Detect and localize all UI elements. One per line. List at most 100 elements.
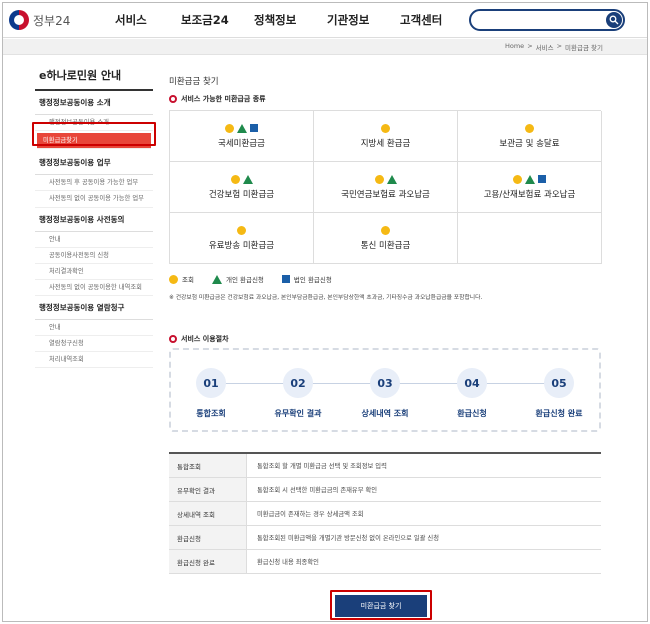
table-value: 통합조회 시 선택한 미환급금의 존재유무 확인 [257, 487, 378, 494]
process-step: 04 환급신청 [432, 368, 512, 419]
highlight-box-sidebar [32, 122, 156, 146]
legend-personal: 개인 환급신청 [225, 276, 264, 284]
refund-type-label: 보관금 및 송달료 [499, 139, 560, 149]
table-key: 상세내역 조회 [169, 502, 247, 525]
service-icons [237, 225, 246, 235]
refund-type-cell[interactable]: 국민연금보험료 과오납금 [314, 162, 458, 213]
process-step: 01 통합조회 [171, 368, 251, 419]
inquiry-circle-icon [225, 123, 234, 133]
step-number: 02 [283, 368, 313, 398]
sidebar-group-tasks[interactable]: 행정정보공동이용 업무 [35, 151, 153, 176]
table-row: 통합조회 통합조회 할 개별 미환급금 선택 및 조회정보 입력 [169, 454, 601, 478]
sidebar-item-request-apply[interactable]: 열람청구신청 [35, 336, 153, 353]
table-value: 환급신청 내용 최종확인 [257, 559, 319, 566]
inquiry-circle-icon [374, 174, 384, 184]
table-key: 유무확인 결과 [169, 478, 247, 501]
search-button[interactable] [606, 12, 622, 28]
sidebar-item-consent-apply[interactable]: 공동이용사전동의 신청 [35, 247, 153, 264]
table-key: 환급신청 [169, 526, 247, 549]
inquiry-circle-icon [513, 174, 522, 184]
table-key: 통합조회 [169, 454, 247, 477]
table-value: 통합조회 할 개별 미환급금 선택 및 조회정보 입력 [257, 463, 387, 470]
refund-type-cell[interactable]: 유료방송 미환급금 [170, 213, 314, 264]
nav-subsidy24[interactable]: 보조금24 [181, 12, 254, 28]
personal-refund-triangle-icon [242, 174, 253, 184]
browser-viewport: 정부24 서비스 보조금24 정책정보 기관정보 고객센터 Home > 서비스… [2, 2, 648, 622]
refund-type-label: 통신 미환급금 [360, 241, 411, 251]
global-nav: 서비스 보조금24 정책정보 기관정보 고객센터 [115, 12, 460, 28]
sidebar-item-consent-result[interactable]: 처리결과확인 [35, 263, 153, 280]
personal-refund-triangle-icon [237, 123, 247, 133]
service-icons [225, 123, 258, 133]
service-icons [381, 225, 390, 235]
nav-customer-center[interactable]: 고객센터 [400, 12, 460, 28]
logo-text: 정부24 [33, 13, 71, 28]
nav-services[interactable]: 서비스 [115, 12, 181, 28]
refund-type-cell[interactable]: 보관금 및 송달료 [458, 111, 602, 162]
refund-type-cell[interactable]: 지방세 환급금 [314, 111, 458, 162]
refund-type-label: 건강보험 미환급금 [208, 190, 275, 200]
sidebar-group-request[interactable]: 행정정보공동이용 열람청구 [35, 296, 153, 320]
step-number: 01 [196, 368, 226, 398]
sidebar-item-tasks-with-consent[interactable]: 사전동의 후 공동이용 가능한 업무 [35, 175, 153, 192]
sidebar-item-request-history[interactable]: 처리내역조회 [35, 352, 153, 369]
site-logo[interactable]: 정부24 [9, 10, 70, 30]
process-step: 03 상세내역 조회 [345, 368, 425, 419]
legend-inquiry: 조회 [182, 276, 194, 284]
page-title: 미환급금 찾기 [169, 77, 219, 87]
table-row: 상세내역 조회 미환급금이 존재하는 경우 상세금액 조회 [169, 502, 601, 526]
refund-type-cell[interactable]: 건강보험 미환급금 [170, 162, 314, 213]
inquiry-circle-icon [237, 225, 246, 235]
step-label: 환급신청 [457, 409, 487, 418]
process-step: 02 유무확인 결과 [258, 368, 338, 419]
service-icons [374, 174, 397, 184]
sidebar-group-intro[interactable]: 행정정보공동이용 소개 [35, 91, 153, 115]
refund-type-cell[interactable]: 국세미환급금 [170, 111, 314, 162]
process-section-heading: 서비스 이용절차 [169, 334, 229, 344]
corporate-refund-square-icon [250, 124, 258, 132]
nav-policy-info[interactable]: 정책정보 [254, 12, 327, 28]
step-label: 통합조회 [196, 409, 226, 418]
refund-type-cell[interactable]: 고용/산재보험료 과오납금 [458, 162, 602, 213]
nav-agency-info[interactable]: 기관정보 [327, 12, 400, 28]
process-step: 05 환급신청 완료 [519, 368, 599, 419]
sidebar-group-consent[interactable]: 행정정보공동이용 사전동의 [35, 208, 153, 232]
table-row: 환급신청 완료 환급신청 내용 최종확인 [169, 550, 601, 574]
table-value: 미환급금이 존재하는 경우 상세금액 조회 [257, 511, 364, 518]
personal-refund-triangle-icon [525, 174, 535, 184]
breadcrumb-services[interactable]: 서비스 [536, 42, 554, 52]
search-icon [609, 15, 619, 25]
bullet-icon [169, 335, 177, 343]
legend-corporate: 법인 환급신청 [293, 276, 332, 284]
process-heading-text: 서비스 이용절차 [181, 335, 229, 343]
breadcrumb-home[interactable]: Home [505, 42, 524, 52]
site-header: 정부24 서비스 보조금24 정책정보 기관정보 고객센터 [3, 3, 647, 38]
sidebar-item-consent-guide[interactable]: 안내 [35, 231, 153, 248]
process-table: 통합조회 통합조회 할 개별 미환급금 선택 및 조회정보 입력 유무확인 결과 통… [169, 452, 601, 574]
sidebar-item-request-guide[interactable]: 안내 [35, 320, 153, 337]
service-icons [381, 123, 390, 133]
inquiry-circle-icon [381, 123, 390, 133]
refund-type-label: 국민연금보험료 과오납금 [341, 190, 430, 200]
service-icons [525, 123, 534, 133]
icon-legend: 조회 개인 환급신청 법인 환급신청 [169, 274, 601, 284]
corporate-refund-square-icon [538, 175, 546, 183]
personal-refund-triangle-icon [211, 274, 222, 284]
sidebar-item-tasks-without-consent[interactable]: 사전동의 없이 공동이용 가능한 업무 [35, 191, 153, 208]
step-label: 환급신청 완료 [535, 409, 583, 418]
breadcrumb: Home > 서비스 > 미환급금 찾기 [505, 42, 603, 52]
search-input[interactable] [469, 9, 625, 31]
personal-refund-triangle-icon [386, 174, 397, 184]
corporate-refund-square-icon [281, 275, 290, 283]
inquiry-circle-icon [525, 123, 534, 133]
service-icons [513, 174, 546, 184]
refund-types-grid: 국세미환급금 지방세 환급금 보관금 및 송달료 건강보험 미환급금 국민연금보… [169, 110, 602, 264]
step-number: 05 [544, 368, 574, 398]
health-insurance-note: ※ 건강보험 미환급금은 건강보험료 과오납금, 본인부담금환급금, 본인부담상… [169, 295, 483, 301]
sidebar-item-consent-history[interactable]: 사전동의 없이 공동이용한 내역조회 [35, 279, 153, 296]
types-heading-text: 서비스 가능한 미환급금 종류 [181, 95, 266, 103]
empty-cell [458, 213, 602, 264]
refund-type-cell[interactable]: 통신 미환급금 [314, 213, 458, 264]
table-row: 유무확인 결과 통합조회 시 선택한 미환급금의 존재유무 확인 [169, 478, 601, 502]
inquiry-circle-icon [169, 274, 178, 284]
